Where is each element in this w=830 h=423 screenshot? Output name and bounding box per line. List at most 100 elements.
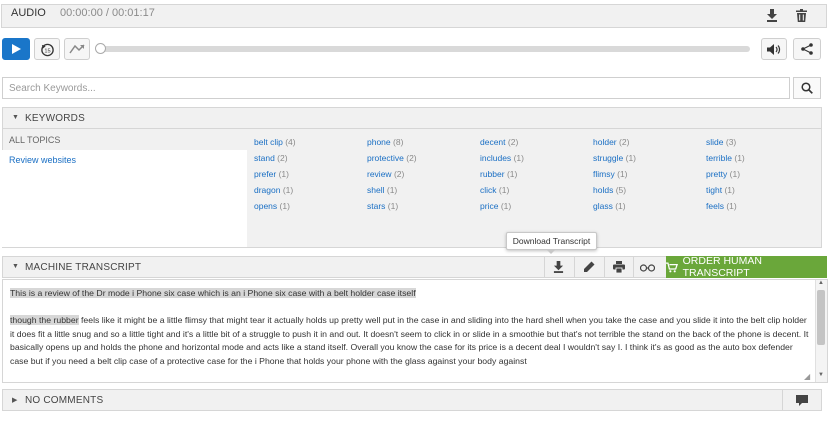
- keyword-word: terrible: [706, 153, 732, 163]
- keyword-link[interactable]: phone (8): [367, 137, 403, 147]
- keyword-count: (1): [734, 153, 745, 163]
- topic-item-review-websites[interactable]: Review websites: [9, 155, 76, 165]
- audio-progress-track[interactable]: [100, 46, 750, 52]
- transcript-segment-highlighted[interactable]: This is a review of the Dr mode i Phone …: [10, 288, 416, 298]
- resize-grip-icon[interactable]: ◢: [804, 372, 810, 381]
- keyword-count: (1): [278, 169, 289, 179]
- transcript-text[interactable]: This is a review of the Dr mode i Phone …: [10, 287, 810, 382]
- keyword-link[interactable]: glass (1): [593, 201, 626, 211]
- playback-speed-button[interactable]: [64, 38, 90, 60]
- keyword-link[interactable]: terrible (1): [706, 153, 745, 163]
- keyword-word: tight: [706, 185, 723, 195]
- keyword-link[interactable]: decent (2): [480, 137, 518, 147]
- glasses-icon: [640, 263, 655, 272]
- add-comment-button[interactable]: [782, 389, 820, 411]
- keyword-link[interactable]: holds (5): [593, 185, 626, 195]
- comments-header-bar[interactable]: ▶ NO COMMENTS: [2, 389, 822, 411]
- keywords-header-bar[interactable]: ▼ KEYWORDS: [2, 107, 822, 129]
- audio-progress-handle[interactable]: [95, 43, 106, 54]
- keyword-link[interactable]: struggle (1): [593, 153, 636, 163]
- keyword-word: holder: [593, 137, 617, 147]
- keyword-link[interactable]: protective (2): [367, 153, 417, 163]
- audio-time-readout: 00:00:00 / 00:01:17: [60, 7, 155, 19]
- keyword-word: belt clip: [254, 137, 283, 147]
- keyword-count: (1): [500, 201, 512, 211]
- download-icon: [553, 261, 564, 273]
- comment-icon: [795, 394, 808, 406]
- keyword-word: price: [480, 201, 499, 211]
- keyword-count: (1): [625, 153, 637, 163]
- keyword-link[interactable]: dragon (1): [254, 185, 293, 195]
- cart-icon: [666, 262, 678, 272]
- keywords-section-title: KEYWORDS: [25, 113, 85, 124]
- keyword-word: stand: [254, 153, 275, 163]
- tooltip-arrow: [546, 249, 556, 254]
- download-transcript-button[interactable]: [544, 256, 572, 278]
- scroll-down-arrow-icon[interactable]: ▼: [818, 372, 824, 378]
- share-button[interactable]: [793, 38, 821, 60]
- keyword-link[interactable]: feels (1): [706, 201, 737, 211]
- rewind-15-button[interactable]: 15: [34, 38, 60, 60]
- order-button-label: ORDER HUMAN TRANSCRIPT: [682, 255, 762, 279]
- transcript-scroll-thumb[interactable]: [817, 290, 825, 345]
- keyword-link[interactable]: flimsy (1): [593, 169, 628, 179]
- keyword-link[interactable]: stand (2): [254, 153, 288, 163]
- keyword-word: struggle: [593, 153, 624, 163]
- keyword-word: review: [367, 169, 392, 179]
- keyword-count: (1): [498, 185, 510, 195]
- keyword-link[interactable]: includes (1): [480, 153, 524, 163]
- keyword-link[interactable]: holder (2): [593, 137, 629, 147]
- keyword-link[interactable]: shell (1): [367, 185, 397, 195]
- share-icon: [801, 43, 813, 55]
- keyword-count: (2): [619, 137, 630, 147]
- keyword-word: glass: [593, 201, 613, 211]
- volume-button[interactable]: [761, 38, 787, 60]
- download-audio-button[interactable]: [760, 4, 784, 26]
- keyword-word: holds: [593, 185, 614, 195]
- transcript-segment-highlighted[interactable]: though the rubber: [10, 315, 79, 325]
- keyword-word: decent: [480, 137, 506, 147]
- keyword-link[interactable]: review (2): [367, 169, 404, 179]
- keyword-link[interactable]: opens (1): [254, 201, 290, 211]
- keyword-word: rubber: [480, 169, 505, 179]
- keyword-link[interactable]: stars (1): [367, 201, 398, 211]
- keyword-link[interactable]: tight (1): [706, 185, 735, 195]
- keyword-count: (5): [615, 185, 627, 195]
- all-topics-label[interactable]: ALL TOPICS: [9, 135, 60, 145]
- keyword-count: (1): [724, 185, 735, 195]
- keyword-link[interactable]: rubber (1): [480, 169, 517, 179]
- print-transcript-button[interactable]: [604, 256, 632, 278]
- keyword-count: (1): [282, 185, 294, 195]
- keyword-link[interactable]: belt clip (4): [254, 137, 296, 147]
- scroll-up-arrow-icon[interactable]: ▲: [818, 280, 824, 286]
- keyword-count: (2): [406, 153, 417, 163]
- keyword-count: (8): [393, 137, 404, 147]
- download-icon: [767, 8, 777, 22]
- keyword-count: (2): [507, 137, 519, 147]
- keyword-link[interactable]: pretty (1): [706, 169, 740, 179]
- keyword-count: (1): [279, 201, 290, 211]
- edit-transcript-button[interactable]: [574, 256, 602, 278]
- keyword-word: phone: [367, 137, 391, 147]
- keyword-word: click: [480, 185, 497, 195]
- keyword-link[interactable]: slide (3): [706, 137, 736, 147]
- transcript-editor[interactable]: This is a review of the Dr mode i Phone …: [2, 279, 828, 383]
- keyword-link[interactable]: prefer (1): [254, 169, 289, 179]
- collapse-caret-icon: ▼: [12, 263, 19, 270]
- keyword-count: (2): [393, 169, 405, 179]
- reading-view-button[interactable]: [633, 256, 661, 278]
- keyword-link[interactable]: price (1): [480, 201, 511, 211]
- delete-audio-button[interactable]: [789, 4, 813, 26]
- keyword-word: prefer: [254, 169, 277, 179]
- keyword-count: (1): [387, 201, 399, 211]
- keyword-link[interactable]: click (1): [480, 185, 509, 195]
- transcript-paragraph: This is a review of the Dr mode i Phone …: [10, 287, 810, 301]
- play-button[interactable]: [2, 38, 30, 60]
- pencil-icon: [583, 261, 594, 272]
- transcript-segment[interactable]: feels like it might be a little flimsy t…: [10, 315, 808, 366]
- search-keywords-input[interactable]: [2, 77, 790, 99]
- collapse-caret-icon: ▼: [12, 114, 19, 121]
- keyword-word: dragon: [254, 185, 281, 195]
- order-human-transcript-button[interactable]: ORDER HUMAN TRANSCRIPT: [666, 255, 827, 279]
- search-button[interactable]: [793, 77, 821, 99]
